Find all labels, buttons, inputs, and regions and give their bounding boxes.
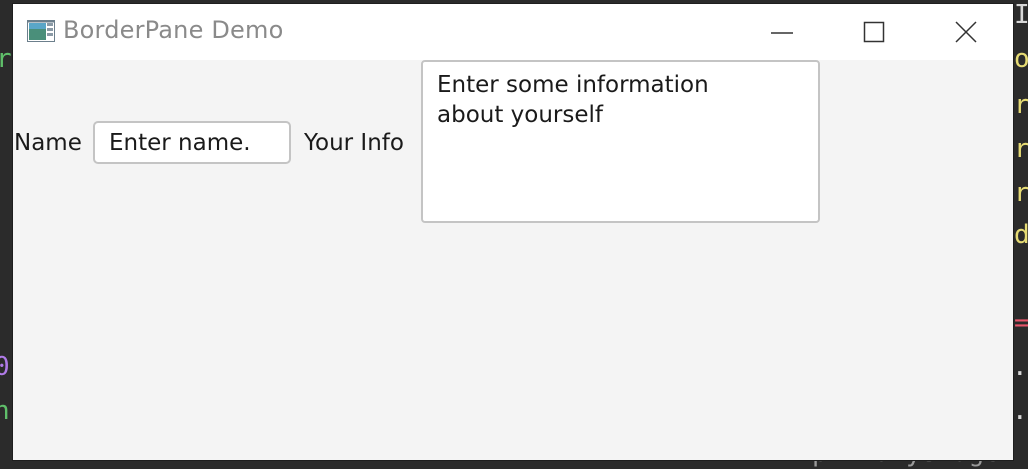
maximize-button[interactable] <box>839 4 909 60</box>
bg-code-fragment: dr <box>1014 220 1028 250</box>
app-icon <box>27 20 55 42</box>
name-label: Name <box>14 130 82 156</box>
bg-code-fragment: 0 <box>0 352 10 382</box>
maximize-icon <box>863 21 885 43</box>
bg-code-fragment: re <box>1014 134 1028 164</box>
minimize-button[interactable] <box>747 4 817 60</box>
your-info-textarea[interactable]: Enter some information about yourself <box>421 60 820 223</box>
bg-code-fragment: = <box>1014 308 1028 338</box>
bg-code-fragment: r <box>0 44 12 74</box>
minimize-icon <box>771 32 793 34</box>
bg-code-fragment: . s <box>1012 396 1028 426</box>
bg-code-fragment: re <box>1014 90 1028 120</box>
borderpane-demo-window: BorderPane Demo Name Your Info Enter som… <box>13 4 1013 460</box>
close-button[interactable] <box>931 4 1001 60</box>
title-bar[interactable]: BorderPane Demo <box>13 4 1013 60</box>
bg-code-fragment: ou <box>1014 44 1028 74</box>
close-icon <box>955 21 977 43</box>
window-title: BorderPane Demo <box>63 16 284 44</box>
bg-code-fragment: re <box>1014 178 1028 208</box>
your-info-label: Your Info <box>304 130 404 156</box>
bg-code-fragment: . s <box>1012 352 1028 382</box>
name-input[interactable] <box>93 121 291 164</box>
bg-code-fragment: Ir <box>1014 0 1028 30</box>
